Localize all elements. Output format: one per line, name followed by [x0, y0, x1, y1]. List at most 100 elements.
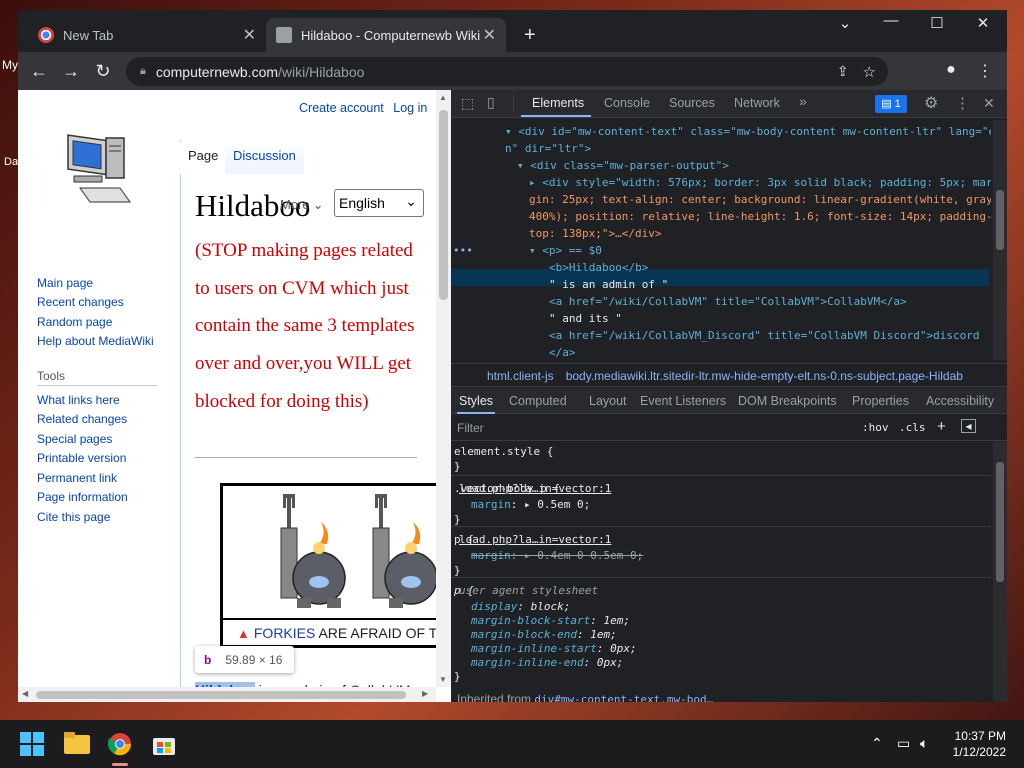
node-ellipsis-icon[interactable]: ••• — [453, 242, 473, 259]
dom-node[interactable]: <b>Hildaboo</b> — [549, 259, 648, 276]
system-clock[interactable]: 10:37 PM 1/12/2022 — [953, 728, 1006, 760]
sidebar-item-cite-this-page[interactable]: Cite this page — [37, 510, 110, 524]
sidebar-item-random-page[interactable]: Random page — [37, 315, 112, 329]
browser-tab-newtab[interactable]: New Tab ✕ — [28, 18, 266, 52]
rule-source-link[interactable]: load.php?la…in=vector:1 — [459, 480, 987, 497]
filter-input[interactable]: Filter — [457, 421, 484, 435]
tab-discussion[interactable]: Discussion — [225, 142, 304, 174]
browser-tab-active[interactable]: Hildaboo - Computernewb Wiki ✕ — [266, 18, 506, 52]
css-value[interactable]: ▸ 0.5em 0; — [524, 498, 590, 511]
page-horizontal-scrollbar[interactable]: ◀ ▶ — [18, 687, 436, 702]
sidebar-item-recent-changes[interactable]: Recent changes — [37, 295, 124, 309]
devtools-tab-elements[interactable]: Elements — [532, 96, 584, 110]
dom-node[interactable]: ▾ <div class="mw-parser-output"> — [517, 157, 729, 174]
more-menu[interactable]: More ⌄ — [280, 197, 324, 213]
dom-node-selected[interactable]: ▾ <p> == $0 — [529, 242, 602, 259]
inherited-node-link[interactable]: div#mw-content-text.mw-bod… — [534, 693, 713, 702]
sidebar-item-permanent-link[interactable]: Permanent link — [37, 471, 117, 485]
breadcrumb-item[interactable]: body.mediawiki.ltr.sitedir-ltr.mw-hide-e… — [566, 369, 963, 383]
site-logo[interactable] — [60, 126, 135, 212]
dom-node[interactable]: " is an admin of " — [549, 276, 668, 293]
profile-avatar-icon[interactable]: ● — [940, 61, 962, 79]
styles-filter[interactable]: Filter :hov .cls + ◂ — [451, 415, 1007, 441]
dom-node[interactable]: ▸ <div style="width: 576px; border: 3px … — [529, 174, 991, 191]
dom-node[interactable]: <a href="/wiki/CollabVM" title="CollabVM… — [549, 293, 907, 310]
sidebar-item-special-pages[interactable]: Special pages — [37, 432, 112, 446]
dom-node[interactable]: ▾ <div id="mw-content-text" class="mw-bo… — [505, 123, 991, 140]
sidebar-item-main-page[interactable]: Main page — [37, 276, 93, 290]
create-account-link[interactable]: Create account — [299, 101, 384, 115]
settings-gear-icon[interactable]: ⚙ — [924, 93, 938, 113]
scroll-down-icon[interactable]: ▼ — [439, 675, 447, 684]
scroll-right-icon[interactable]: ▶ — [422, 689, 428, 698]
css-property[interactable]: margin — [471, 498, 511, 511]
tray-chevron-up-icon[interactable]: ⌃ — [871, 735, 883, 752]
new-rule-plus-icon[interactable]: + — [937, 418, 946, 435]
scrollbar-thumb[interactable] — [996, 190, 1004, 250]
dom-node[interactable]: n" dir="ltr"> — [505, 140, 591, 157]
login-link[interactable]: Log in — [393, 101, 427, 115]
dom-node[interactable]: <a href="/wiki/CollabVM_Discord" title="… — [549, 327, 979, 344]
sidebar-item-what-links-here[interactable]: What links here — [37, 393, 120, 407]
device-toolbar-icon[interactable]: ▯ — [487, 94, 495, 111]
styles-scrollbar[interactable] — [993, 442, 1007, 702]
issues-badge[interactable]: ▤ 1 — [875, 95, 907, 113]
rule-selector[interactable]: element.style { — [454, 445, 553, 458]
tab-styles[interactable]: Styles — [459, 394, 493, 408]
tab-properties[interactable]: Properties — [852, 394, 909, 408]
back-arrow-icon[interactable]: ← — [28, 61, 50, 82]
tab-computed[interactable]: Computed — [509, 394, 567, 408]
css-property-overridden[interactable]: margin — [471, 549, 511, 562]
page-vertical-scrollbar[interactable]: ▲ ▼ — [436, 90, 451, 687]
reload-icon[interactable]: ↻ — [92, 61, 114, 82]
scrollbar-thumb[interactable] — [439, 110, 448, 300]
tab-page[interactable]: Page — [180, 142, 227, 174]
desktop-icon-label[interactable]: Da — [4, 156, 18, 168]
inspect-element-icon[interactable]: ⬚ — [461, 95, 474, 112]
forward-arrow-icon[interactable]: → — [60, 61, 82, 82]
tab-accessibility[interactable]: Accessibility — [926, 394, 994, 408]
more-tabs-icon[interactable]: » — [799, 93, 807, 109]
scroll-up-icon[interactable]: ▲ — [439, 93, 447, 102]
sidebar-item-printable-version[interactable]: Printable version — [37, 451, 126, 465]
hov-toggle[interactable]: :hov — [862, 421, 889, 434]
sidebar-item-help[interactable]: Help about MediaWiki — [37, 334, 154, 348]
scroll-left-icon[interactable]: ◀ — [22, 689, 28, 698]
scrollbar-thumb[interactable] — [36, 691, 406, 699]
scrollbar-thumb[interactable] — [996, 462, 1004, 582]
tab-dom-breakpoints[interactable]: DOM Breakpoints — [738, 394, 837, 408]
dom-scrollbar[interactable] — [993, 120, 1007, 360]
rule-source-link[interactable]: load.php?la…in=vector:1 — [459, 531, 987, 548]
sidebar-item-related-changes[interactable]: Related changes — [37, 412, 127, 426]
close-window-icon[interactable]: ✕ — [963, 14, 1003, 32]
desktop-icon-label[interactable]: My — [2, 58, 18, 72]
maximize-icon[interactable]: ☐ — [917, 14, 957, 32]
share-icon[interactable]: ⇪ — [837, 63, 849, 80]
kebab-menu-icon[interactable]: ⋮ — [974, 61, 996, 81]
close-tab-icon[interactable]: ✕ — [243, 25, 256, 45]
tab-event-listeners[interactable]: Event Listeners — [640, 394, 726, 408]
chrome-taskbar-icon[interactable] — [107, 732, 134, 756]
devtools-menu-icon[interactable]: ⋮ — [955, 94, 970, 112]
volume-icon[interactable]: 🔈︎ — [920, 735, 928, 752]
breadcrumb-item[interactable]: html.client-js — [487, 369, 554, 383]
network-icon[interactable]: ▭ — [897, 735, 910, 752]
close-devtools-icon[interactable]: ✕ — [983, 95, 995, 112]
tab-layout[interactable]: Layout — [589, 394, 627, 408]
minimize-icon[interactable]: — — [871, 12, 911, 29]
new-tab-plus-icon[interactable]: + — [524, 24, 536, 47]
dom-node[interactable]: </a> — [549, 344, 576, 360]
address-bar[interactable]: 🔒︎ computernewb.com/wiki/Hildaboo ⇪ ☆ — [126, 57, 888, 86]
language-select[interactable]: English ⌄ — [334, 189, 424, 217]
windows-start-icon[interactable] — [20, 732, 46, 756]
cls-toggle[interactable]: .cls — [899, 421, 926, 434]
toggle-sidebar-icon[interactable]: ◂ — [961, 419, 976, 433]
devtools-tab-sources[interactable]: Sources — [669, 96, 715, 110]
store-icon[interactable] — [152, 732, 178, 756]
css-value-overridden[interactable]: ▸ 0.4em 0 0.5em 0; — [524, 549, 643, 562]
close-tab-icon[interactable]: ✕ — [483, 25, 496, 45]
dom-node[interactable]: " and its " — [549, 310, 622, 327]
devtools-tab-console[interactable]: Console — [604, 96, 650, 110]
sidebar-item-page-information[interactable]: Page information — [37, 490, 128, 504]
bookmark-star-icon[interactable]: ☆ — [863, 63, 876, 81]
